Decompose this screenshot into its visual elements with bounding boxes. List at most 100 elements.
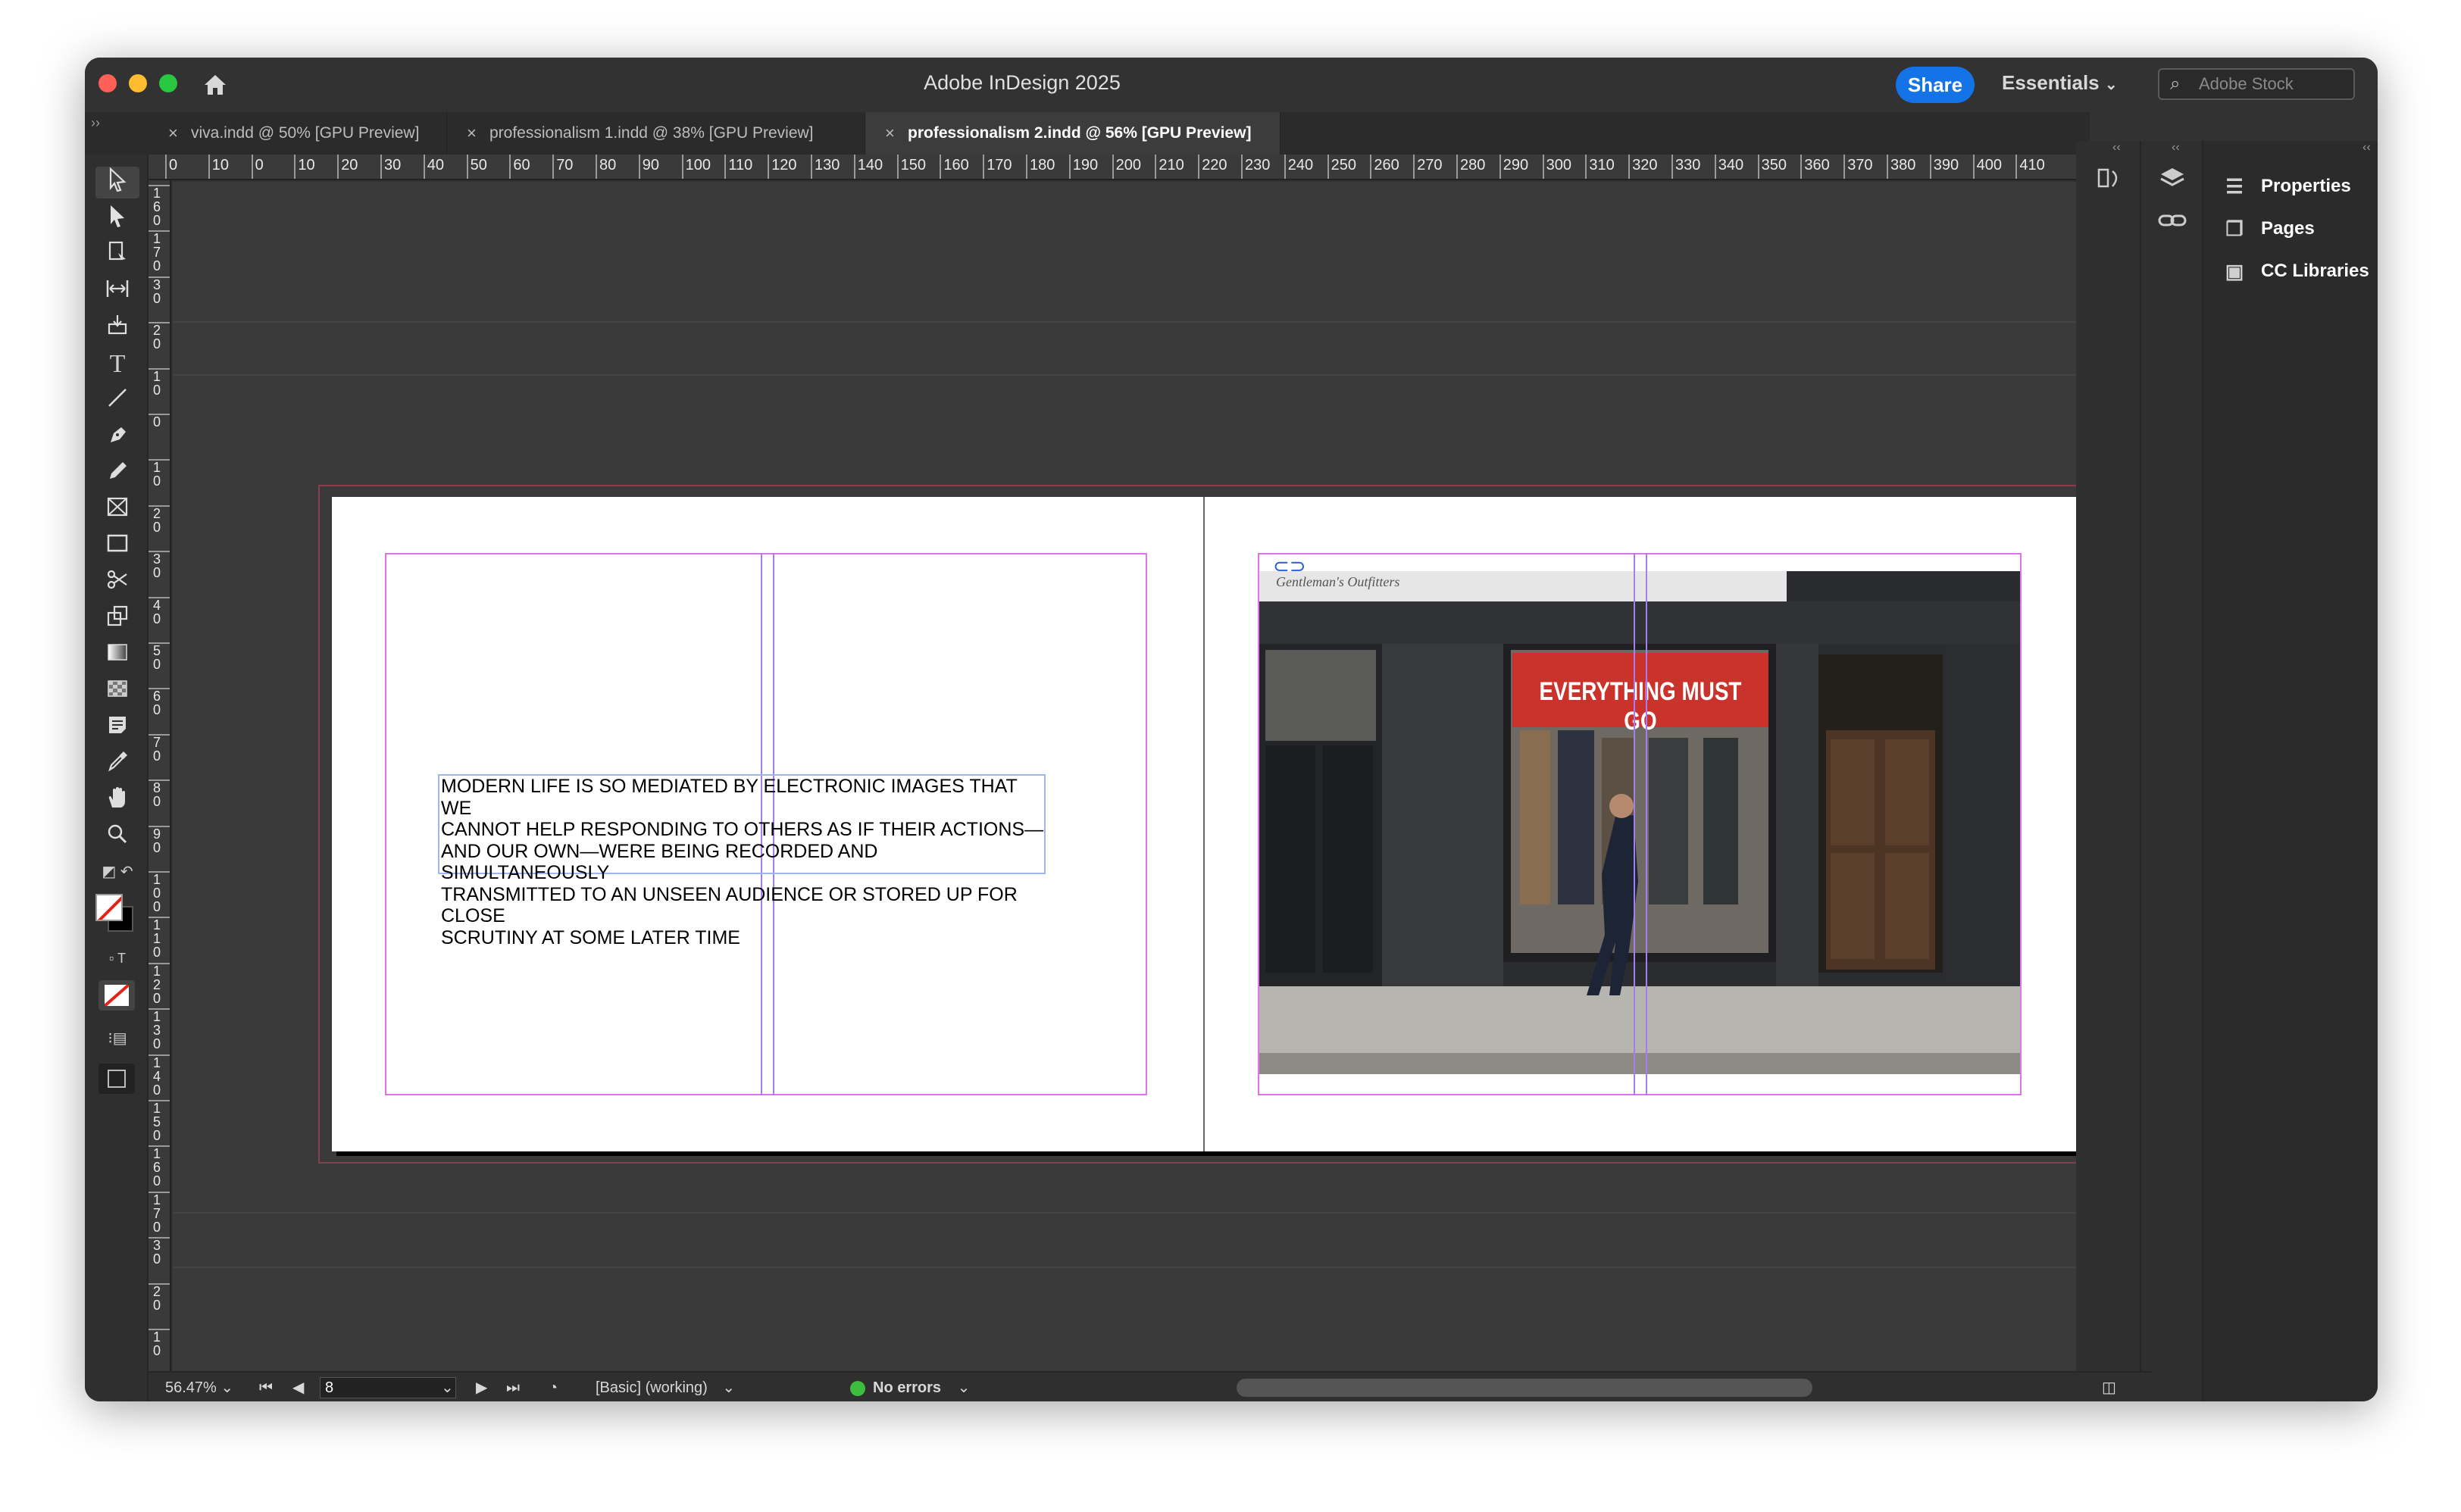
panel-pages[interactable]: ❐ Pages	[2222, 214, 2314, 244]
share-button[interactable]: Share	[1896, 67, 1975, 103]
ruler-tick-label: 0	[149, 414, 170, 429]
view-mode-button[interactable]	[99, 1064, 135, 1094]
ruler-tick-label: 410	[2015, 155, 2045, 179]
close-tab-icon[interactable]: ×	[885, 112, 895, 155]
pasteboard[interactable]: MODERN LIFE IS SO MEDIATED BY ELECTRONIC…	[173, 182, 2129, 1371]
ruler-tick-label: 390	[1929, 155, 1959, 179]
status-dot-icon	[850, 1380, 865, 1396]
split-layout-icon[interactable]: ◫	[2102, 1373, 2116, 1401]
adobe-stock-search[interactable]: ⌕ Adobe Stock	[2158, 68, 2355, 100]
close-tab-icon[interactable]: ×	[168, 112, 178, 155]
close-tab-icon[interactable]: ×	[467, 112, 477, 155]
first-page-button[interactable]: ⏮	[259, 1373, 273, 1401]
rectangle-frame-tool-icon[interactable]	[95, 494, 139, 526]
tab-professionalism-1[interactable]: × professionalism 1.indd @ 38% [GPU Previ…	[447, 112, 865, 155]
eyedropper-tool-icon[interactable]	[95, 748, 139, 780]
chevron-down-icon: ⌄	[957, 1379, 971, 1396]
panel-properties[interactable]: ☰ Properties	[2222, 171, 2350, 201]
ruler-tick-label: 30	[380, 155, 401, 179]
layers-icon[interactable]	[2153, 161, 2191, 198]
hand-tool-icon[interactable]	[95, 785, 139, 817]
type-tool-icon[interactable]: T	[95, 348, 139, 380]
ruler-tick-label: 240	[1284, 155, 1313, 179]
tab-viva[interactable]: × viva.indd @ 50% [GPU Preview]	[149, 112, 447, 155]
ruler-tick-label: 170	[149, 1191, 170, 1234]
links-icon[interactable]	[2153, 201, 2191, 239]
direct-selection-tool-icon[interactable]	[95, 203, 139, 235]
tab-label: viva.indd @ 50% [GPU Preview]	[191, 124, 420, 142]
collapse-dock-icon[interactable]: ‹‹	[2112, 141, 2121, 155]
gradient-swatch-tool-icon[interactable]	[95, 639, 139, 671]
note-tool-icon[interactable]	[95, 712, 139, 744]
ruler-tick-label: 130	[149, 1008, 170, 1051]
expand-panels-icon[interactable]: ››	[91, 115, 100, 131]
ruler-tick-label: 280	[1456, 155, 1485, 179]
panel-cc-libraries[interactable]: ▣ CC Libraries	[2222, 256, 2369, 286]
horizontal-scrollbar-thumb[interactable]	[1237, 1379, 1812, 1397]
formatting-container-icon[interactable]: ▫ T	[95, 942, 139, 970]
rectangle-tool-icon[interactable]	[95, 530, 139, 562]
chevron-down-icon[interactable]: ⌄	[441, 1373, 454, 1401]
pencil-tool-icon[interactable]	[95, 458, 139, 489]
spine-fold	[1203, 497, 1205, 1151]
ruler-tick-label: 160	[149, 1145, 170, 1188]
previous-page-button[interactable]: ◀	[292, 1373, 304, 1401]
tab-professionalism-2[interactable]: × professionalism 2.indd @ 56% [GPU Previ…	[865, 112, 1281, 155]
next-page-button[interactable]: ▶	[476, 1373, 487, 1401]
preflight-icon[interactable]: ◔	[549, 1373, 558, 1401]
zoom-tool-icon[interactable]	[95, 821, 139, 853]
ruler-tick-label: 170	[983, 155, 1012, 179]
ruler-tick-label: 70	[149, 733, 170, 763]
page-number-field[interactable]: 8	[320, 1377, 456, 1398]
ruler-tick-label: 130	[811, 155, 840, 179]
preflight-status[interactable]: No errors ⌄	[850, 1373, 970, 1401]
gradient-feather-tool-icon[interactable]	[95, 676, 139, 708]
ruler-tick-label: 60	[149, 688, 170, 717]
collapse-dock-icon[interactable]: ‹‹	[2362, 141, 2371, 155]
ruler-tick-label: 10	[149, 367, 170, 397]
ruler-tick-label: 200	[1112, 155, 1141, 179]
body-text[interactable]: MODERN LIFE IS SO MEDIATED BY ELECTRONIC…	[441, 776, 1047, 948]
ruler-tick-label: 50	[149, 642, 170, 671]
text-frame[interactable]: MODERN LIFE IS SO MEDIATED BY ELECTRONIC…	[438, 774, 1046, 948]
column-guide	[1646, 553, 1647, 1095]
page-properties-icon[interactable]	[2090, 161, 2128, 198]
line-tool-icon[interactable]	[95, 385, 139, 417]
ruler-tick-label: 350	[1757, 155, 1787, 179]
panel-dock-collapsed-a: ‹‹	[2076, 141, 2140, 1401]
tab-label: professionalism 1.indd @ 38% [GPU Previe…	[489, 124, 814, 142]
shopfront-photo[interactable]: Gentleman's Outfitters EVERYTHING MUST G…	[1259, 571, 2020, 1074]
ruler-tick-label: 210	[1155, 155, 1184, 179]
content-collector-tool-icon[interactable]	[95, 312, 139, 344]
collapse-dock-icon[interactable]: ‹‹	[2172, 141, 2180, 155]
pen-tool-icon[interactable]	[95, 421, 139, 453]
vertical-ruler[interactable]: 1601703020100102030405060708090100110120…	[149, 180, 171, 1371]
ruler-tick-label: 20	[149, 1282, 170, 1312]
pasteboard-guide	[173, 1267, 2129, 1268]
scissors-tool-icon[interactable]	[95, 567, 139, 598]
ruler-tick-label: 80	[596, 155, 616, 179]
zoom-value: 56.47%	[165, 1379, 217, 1396]
zoom-level[interactable]: 56.47% ⌄	[165, 1373, 233, 1401]
gap-tool-icon[interactable]	[95, 276, 139, 308]
screen-mode-icon[interactable]: ⁝▤	[95, 1023, 139, 1054]
preflight-profile[interactable]: [Basic] (working) ⌄	[596, 1373, 735, 1401]
workspace-switcher[interactable]: Essentials ⌄	[2002, 71, 2118, 95]
title-bar: Adobe InDesign 2025 Share Essentials ⌄ ⌕…	[85, 58, 2378, 112]
ruler-tick-label: 90	[638, 155, 659, 179]
apply-none-button[interactable]	[99, 980, 135, 1011]
free-transform-tool-icon[interactable]	[95, 603, 139, 635]
default-fill-stroke-icon[interactable]: ◩ ↶	[95, 856, 139, 883]
ruler-tick-label: 50	[466, 155, 487, 179]
ruler-tick-label: 20	[149, 322, 170, 351]
horizontal-ruler[interactable]: 0 10 0 10 20 30 40 50 60 70 80 90 100 110 120 130 140 150…	[149, 155, 2126, 180]
last-page-button[interactable]: ⏭	[506, 1373, 520, 1401]
workspace-label: Essentials	[2002, 71, 2100, 94]
chevron-down-icon: ⌄	[2104, 77, 2118, 93]
chevron-down-icon: ⌄	[220, 1379, 234, 1396]
page-tool-icon[interactable]	[95, 239, 139, 271]
indesign-window: Adobe InDesign 2025 Share Essentials ⌄ ⌕…	[85, 58, 2378, 1401]
fill-stroke-swatch[interactable]	[92, 891, 139, 936]
link-icon[interactable]: ⊂⊃	[1273, 555, 1306, 578]
selection-tool-icon[interactable]	[95, 167, 139, 198]
